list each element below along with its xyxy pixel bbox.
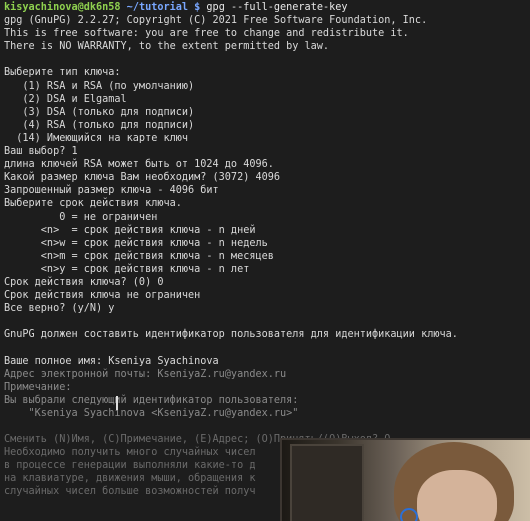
output-line: GnuPG должен составить идентификатор пол… — [4, 329, 458, 341]
output-line: Срок действия ключа не ограничен — [4, 290, 201, 302]
text-cursor-icon — [116, 396, 118, 410]
output-line: Выберите срок действия ключа. — [4, 198, 182, 210]
output-line: (2) DSA и Elgamal — [4, 93, 127, 105]
output-line: <n>m = срок действия ключа - n месяцев — [4, 250, 274, 262]
output-line: Срок действия ключа? (0) 0 — [4, 276, 164, 288]
output-line: Примечание: — [4, 381, 72, 393]
output-line: (4) RSA (только для подписи) — [4, 119, 195, 131]
output-line: <n>w = срок действия ключа - n недель — [4, 237, 268, 249]
output-line: Запрошенный размер ключа - 4096 бит — [4, 185, 219, 197]
output-line: There is NO WARRANTY, to the extent perm… — [4, 41, 330, 53]
output-line: (3) DSA (только для подписи) — [4, 106, 195, 118]
output-line: (14) Имеющийся на карте ключ — [4, 132, 189, 144]
output-line: Ваше полное имя: Kseniya Syachinova — [4, 355, 219, 367]
output-line: Все верно? (y/N) y — [4, 303, 115, 315]
output-line: Адрес электронной почты: KseniyaZ.ru@yan… — [4, 368, 287, 380]
output-line: gpg (GnuPG) 2.2.27; Copyright (C) 2021 F… — [4, 15, 428, 27]
output-line: длина ключей RSA может быть от 1024 до 4… — [4, 159, 274, 171]
output-line: <n> = срок действия ключа - n дней — [4, 224, 256, 236]
output-line: 0 = не ограничен — [4, 211, 158, 223]
output-line: Ваш выбор? 1 — [4, 146, 78, 158]
output-line: (1) RSA и RSA (по умолчанию) — [4, 80, 195, 92]
output-line: This is free software: you are free to c… — [4, 28, 409, 40]
webcam-overlay — [280, 438, 530, 521]
prompt-user-host: kisyachinova@dk6n58 — [4, 2, 121, 13]
prompt-command: gpg --full-generate-key — [206, 2, 348, 13]
output-line: <n>y = срок действия ключа - n лет — [4, 263, 250, 275]
output-line: Выберите тип ключа: — [4, 67, 121, 79]
output-line: "Kseniya Syachinova <KseniyaZ.ru@yandex.… — [4, 407, 299, 419]
output-line: Вы выбрали следующий идентификатор польз… — [4, 394, 299, 406]
webcam-door-shape — [290, 444, 364, 521]
prompt-path: ~/tutorial $ — [120, 2, 207, 13]
recording-ring-icon — [400, 508, 418, 521]
person-video-icon — [417, 470, 497, 521]
prompt-line: kisyachinova@dk6n58 ~/tutorial $ gpg --f… — [4, 1, 530, 14]
terminal-window[interactable]: kisyachinova@dk6n58 ~/tutorial $ gpg --f… — [0, 0, 530, 521]
output-line: Какой размер ключа Вам необходим? (3072)… — [4, 172, 281, 184]
